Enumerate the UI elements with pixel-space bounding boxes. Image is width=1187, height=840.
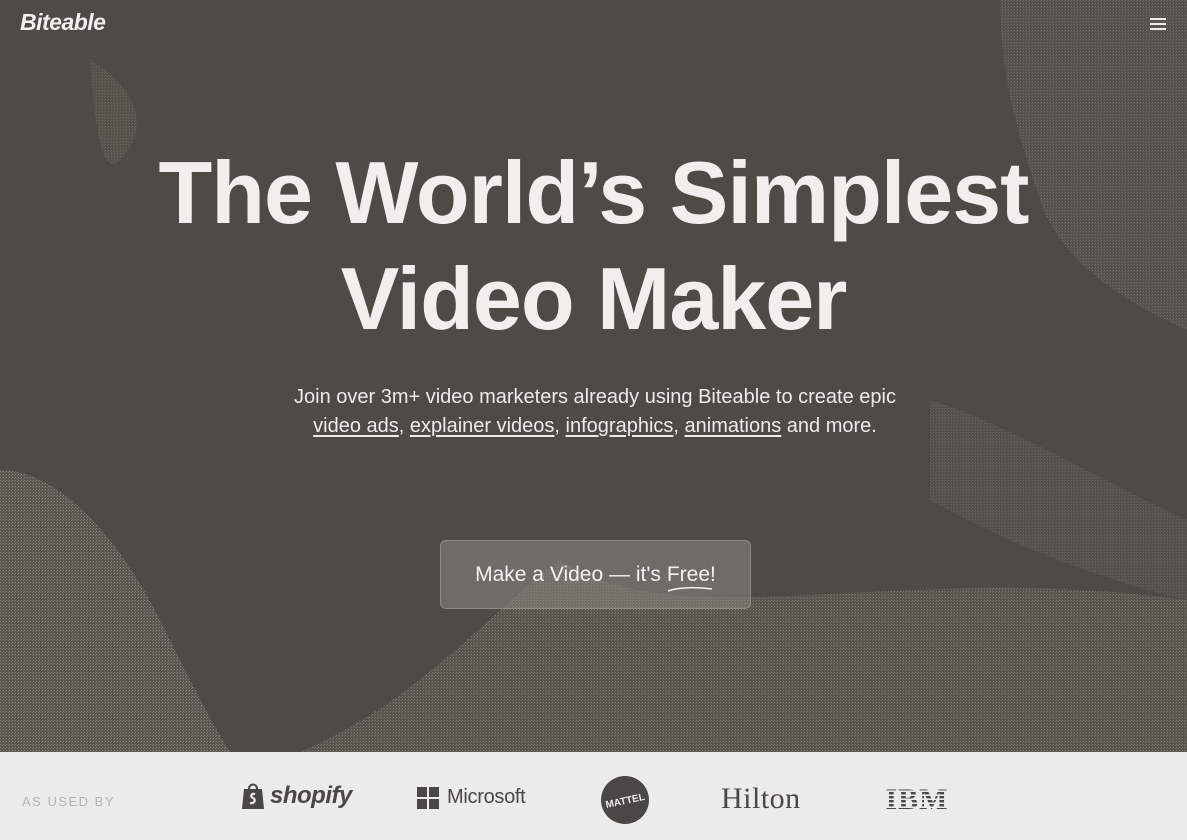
subtext-separator: , — [673, 415, 685, 437]
subtext-outro: and more. — [781, 415, 877, 437]
microsoft-wordmark: Microsoft — [447, 786, 526, 808]
shopify-logo: shopify — [240, 781, 352, 811]
subtext-intro: Join over 3m+ video marketers already us… — [294, 386, 896, 408]
as-used-by-label: AS USED BY — [22, 794, 116, 809]
headline-line-1: The World’s Simplest — [158, 143, 1030, 242]
hero-headline: The World’s Simplest Video Maker — [0, 140, 1187, 352]
link-animations[interactable]: animations — [685, 415, 782, 437]
squiggle-underline-icon — [667, 586, 712, 592]
hamburger-menu-icon[interactable] — [1148, 14, 1168, 34]
hilton-logo: Hilton — [721, 782, 801, 815]
hero-background-image — [0, 0, 1187, 752]
hero-subtext: Join over 3m+ video marketers already us… — [290, 383, 900, 441]
cta-free-label: Free! — [666, 562, 716, 592]
ibm-logo: IBM — [886, 784, 949, 812]
cta-free-text: Free! — [666, 562, 716, 586]
shopify-wordmark: shopify — [270, 782, 352, 809]
hero-section: Biteable The World’s Simplest Video Make… — [0, 0, 1187, 752]
mattel-logo: MATTEL — [601, 776, 649, 824]
link-explainer-videos[interactable]: explainer videos — [410, 415, 555, 437]
shopify-bag-icon — [242, 783, 264, 809]
subtext-separator: , — [554, 415, 566, 437]
subtext-separator: , — [398, 415, 410, 437]
biteable-logo[interactable]: Biteable — [20, 9, 106, 36]
make-a-video-button[interactable]: Make a Video — it's Free! — [440, 540, 751, 609]
link-infographics[interactable]: infographics — [566, 415, 674, 437]
microsoft-logo: Microsoft — [417, 786, 526, 809]
customer-logos-bar — [0, 752, 1187, 840]
cta-label: Make a Video — it's — [475, 562, 661, 586]
ibm-wordmark: IBM — [886, 784, 949, 812]
link-video-ads[interactable]: video ads — [313, 415, 399, 437]
microsoft-windows-icon — [417, 786, 439, 809]
headline-line-2: Video Maker — [340, 249, 848, 348]
